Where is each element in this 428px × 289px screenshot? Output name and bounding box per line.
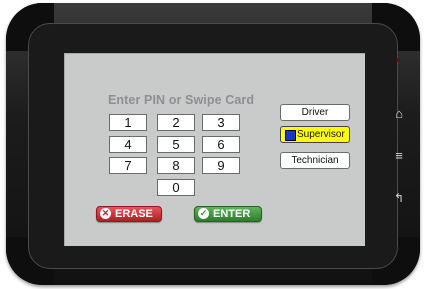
key-3[interactable]: 3 (202, 114, 240, 131)
selected-square-icon (285, 130, 296, 141)
key-1[interactable]: 1 (109, 114, 147, 131)
enter-button[interactable]: ✓ ENTER (194, 206, 262, 222)
key-5[interactable]: 5 (157, 136, 195, 153)
erase-label: ERASE (115, 208, 153, 220)
home-icon[interactable]: ⌂ (392, 106, 406, 121)
erase-button[interactable]: ✕ ERASE (96, 206, 162, 222)
key-8[interactable]: 8 (157, 157, 195, 174)
key-4[interactable]: 4 (109, 136, 147, 153)
key-9[interactable]: 9 (202, 157, 240, 174)
key-2[interactable]: 2 (157, 114, 195, 131)
role-technician-button[interactable]: Technician (280, 152, 350, 169)
pin-prompt: Enter PIN or Swipe Card (108, 93, 255, 107)
sensor-dot (396, 247, 399, 250)
check-icon: ✓ (198, 208, 209, 219)
enter-label: ENTER (213, 208, 251, 220)
role-supervisor-label: Supervisor (297, 129, 345, 140)
status-led (396, 58, 400, 62)
role-driver-button[interactable]: Driver (280, 104, 350, 121)
close-icon: ✕ (100, 208, 111, 219)
role-supervisor-button[interactable]: Supervisor (280, 126, 350, 143)
key-0[interactable]: 0 (157, 179, 195, 196)
back-icon[interactable]: ↰ (392, 191, 406, 205)
key-7[interactable]: 7 (109, 157, 147, 174)
key-6[interactable]: 6 (202, 136, 240, 153)
menu-icon[interactable]: ≡ (392, 148, 406, 163)
